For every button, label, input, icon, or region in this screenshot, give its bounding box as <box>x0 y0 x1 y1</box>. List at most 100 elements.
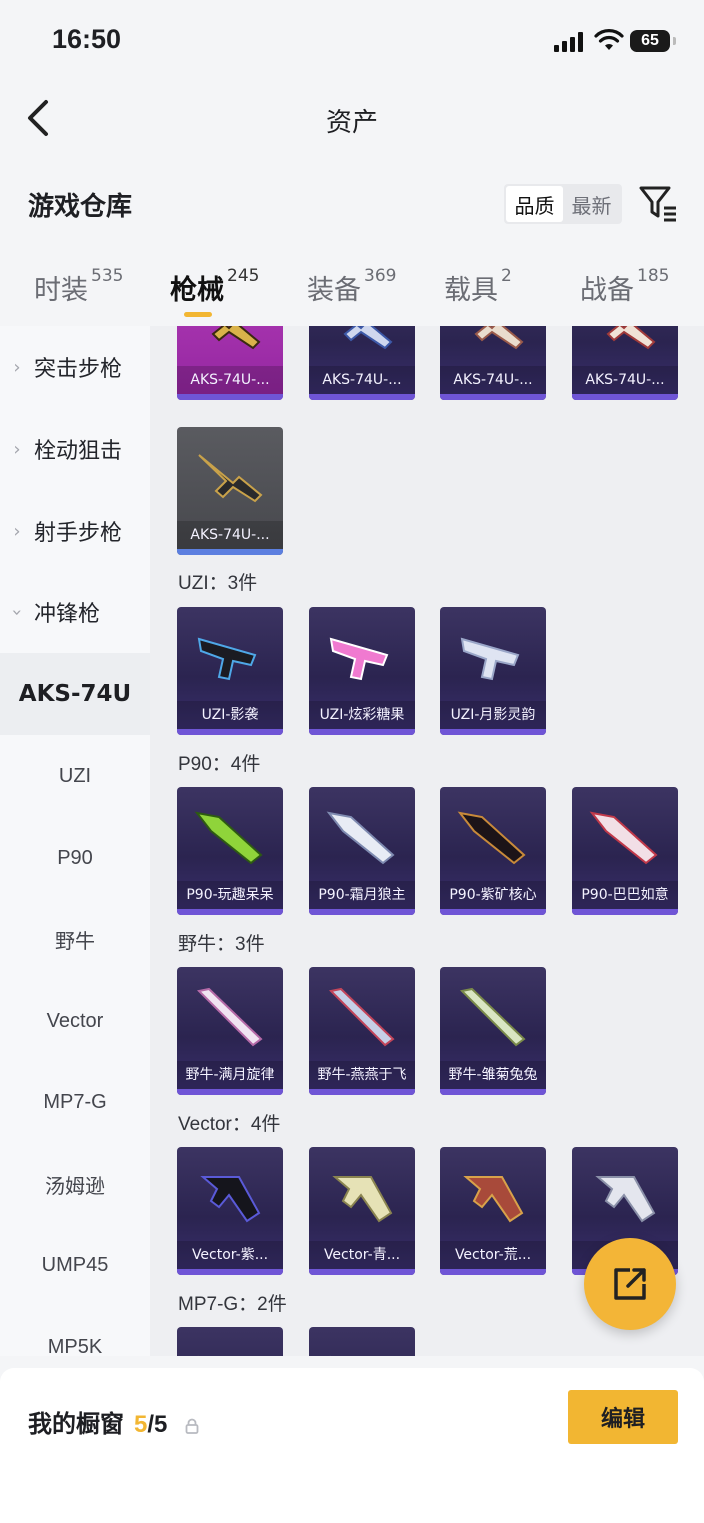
item-card[interactable] <box>309 1327 415 1356</box>
sidebar-item-assault-rifle[interactable]: › 突击步枪 <box>0 326 150 408</box>
item-name: Vector-荒... <box>440 1241 546 1269</box>
rarity-bar <box>177 394 283 400</box>
rarity-bar <box>177 1269 283 1275</box>
sort-latest-button[interactable]: 最新 <box>563 186 620 222</box>
weapon-skin-image <box>332 1176 393 1223</box>
rarity-bar <box>177 1089 283 1095</box>
chevron-right-icon: › <box>13 356 21 378</box>
sidebar-sub-item[interactable]: MP7-G <box>0 1061 150 1143</box>
item-name: AKS-74U-... <box>177 366 283 394</box>
item-name: P90-玩趣呆呆 <box>177 881 283 909</box>
sidebar-item-bolt-sniper[interactable]: › 栓动狙击 <box>0 408 150 490</box>
rarity-bar <box>309 394 415 400</box>
status-bar: 16:50 65 <box>0 0 704 84</box>
chevron-right-icon: › <box>13 520 21 542</box>
page-title: 资产 <box>325 108 378 138</box>
weapon-skin-image <box>474 326 524 350</box>
item-card[interactable] <box>177 1327 283 1356</box>
tab-label: 枪械 <box>170 275 224 306</box>
item-card[interactable]: UZI-炫彩糖果 <box>309 607 415 735</box>
tab-weapons[interactable]: 枪械 245 <box>170 266 259 307</box>
showcase-info: 我的橱窗 5/5 <box>28 1404 199 1439</box>
sidebar-sub-item[interactable]: MP5K <box>0 1306 150 1357</box>
weapon-skin-image <box>589 811 658 865</box>
rarity-bar <box>440 1269 546 1275</box>
sidebar-sub-item[interactable]: UZI <box>0 735 150 817</box>
tab-active-indicator <box>184 312 212 317</box>
rarity-bar <box>309 1269 415 1275</box>
weapon-skin-image <box>343 326 393 350</box>
tab-count: 2 <box>501 266 512 286</box>
rarity-bar <box>309 729 415 735</box>
status-time: 16:50 <box>52 24 122 54</box>
item-card[interactable]: AKS-74U-... <box>177 326 283 400</box>
tab-fashion[interactable]: 时装 535 <box>34 266 123 307</box>
item-card[interactable]: Vector-青... <box>309 1147 415 1275</box>
item-card[interactable]: 野牛-燕燕于飞 <box>309 967 415 1095</box>
item-card[interactable]: AKS-74U-... <box>177 427 283 555</box>
sidebar-item-marksman[interactable]: › 射手步枪 <box>0 490 150 572</box>
weapon-skin-image <box>211 326 261 350</box>
share-button[interactable] <box>584 1238 676 1330</box>
tab-vehicles[interactable]: 载具 2 <box>444 266 512 307</box>
tab-tactical[interactable]: 战备 185 <box>580 266 669 307</box>
item-card[interactable]: 野牛-满月旋律 <box>177 967 283 1095</box>
item-name: AKS-74U-... <box>572 366 678 394</box>
weapon-skin-image <box>463 1176 524 1223</box>
weapon-skin-image <box>326 811 395 865</box>
sidebar-sub-item[interactable]: Vector <box>0 980 150 1062</box>
weapon-sidebar: › 突击步枪 › 栓动狙击 › 射手步枪 › 冲锋枪 AKS-74U UZI P90 野… <box>0 326 150 1356</box>
weapon-skin-image <box>329 1355 332 1356</box>
weapon-skin-image <box>329 637 389 681</box>
item-card[interactable]: UZI-月影灵韵 <box>440 607 546 735</box>
item-name: AKS-74U-... <box>440 366 546 394</box>
item-name: AKS-74U-... <box>177 521 283 549</box>
item-card[interactable]: AKS-74U-... <box>440 326 546 400</box>
item-card[interactable]: P90-巴巴如意 <box>572 787 678 915</box>
item-card[interactable]: P90-紫矿核心 <box>440 787 546 915</box>
group-title: UZI：3件 <box>178 573 258 594</box>
weapon-skin-image <box>459 987 526 1047</box>
tab-equipment[interactable]: 装备 369 <box>307 266 397 307</box>
rarity-bar <box>440 729 546 735</box>
sidebar-item-selected[interactable]: AKS-74U <box>0 653 150 735</box>
showcase-current: 5 <box>134 1411 148 1438</box>
item-card[interactable]: Vector-荒... <box>440 1147 546 1275</box>
item-card[interactable]: AKS-74U-... <box>572 326 678 400</box>
signal-icon <box>554 30 583 52</box>
item-name: P90-霜月狼主 <box>309 881 415 909</box>
sidebar-item-smg[interactable]: › 冲锋枪 <box>0 571 150 653</box>
sidebar-sub-item[interactable]: UMP45 <box>0 1224 150 1306</box>
chevron-right-icon: › <box>13 438 21 460</box>
nav-bar: 资产 <box>0 84 704 154</box>
tab-label: 战备 <box>580 275 634 306</box>
item-name: P90-紫矿核心 <box>440 881 546 909</box>
share-icon <box>614 1268 646 1300</box>
item-card[interactable]: P90-玩趣呆呆 <box>177 787 283 915</box>
item-card[interactable]: 野牛-雏菊兔兔 <box>440 967 546 1095</box>
sort-quality-button[interactable]: 品质 <box>506 186 563 222</box>
item-card[interactable]: P90-霜月狼主 <box>309 787 415 915</box>
showcase-label: 我的橱窗 <box>28 1410 124 1438</box>
item-card[interactable]: Vector-紫... <box>177 1147 283 1275</box>
weapon-skin-image <box>197 637 257 681</box>
item-card[interactable]: AKS-74U-... <box>309 326 415 400</box>
rarity-bar <box>572 394 678 400</box>
category-tabs: 时装 535 枪械 245 装备 369 载具 2 战备 185 <box>0 262 704 326</box>
filter-icon[interactable] <box>638 184 678 222</box>
item-name: P90-巴巴如意 <box>572 881 678 909</box>
group-title: P90：4件 <box>178 754 261 775</box>
item-card[interactable]: UZI-影袭 <box>177 607 283 735</box>
tab-label: 时装 <box>34 275 88 306</box>
rarity-bar <box>309 909 415 915</box>
tab-count: 369 <box>364 266 397 286</box>
sidebar-sub-item[interactable]: 野牛 <box>0 898 150 980</box>
sidebar-sub-item[interactable]: 汤姆逊 <box>0 1143 150 1225</box>
sidebar-item-label: 突击步枪 <box>34 357 123 382</box>
showcase-count: 5/5 <box>134 1411 167 1439</box>
item-name: AKS-74U-... <box>309 366 415 394</box>
edit-button[interactable]: 编辑 <box>568 1390 678 1444</box>
showcase-bar: 我的橱窗 5/5 编辑 <box>0 1368 704 1523</box>
weapon-skin-image <box>197 1355 200 1356</box>
sidebar-sub-item[interactable]: P90 <box>0 817 150 899</box>
